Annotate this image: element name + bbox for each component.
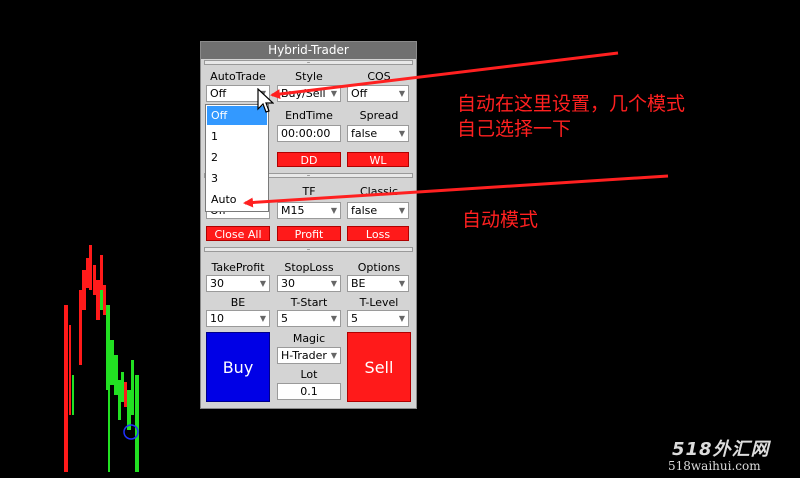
- watermark-logo: 518外汇网: [672, 439, 770, 460]
- annotation-line-1: 自动在这里设置，几个模式: [457, 93, 686, 115]
- arrow-to-autotrade: [270, 51, 619, 99]
- arrow-to-auto-option: [243, 174, 669, 208]
- watermark-url: 518waihui.com: [668, 459, 761, 473]
- annotation-arrows: [243, 51, 669, 208]
- annotation-line-2: 自己选择一下: [457, 118, 572, 140]
- annotation-auto-mode: 自动模式: [462, 209, 539, 231]
